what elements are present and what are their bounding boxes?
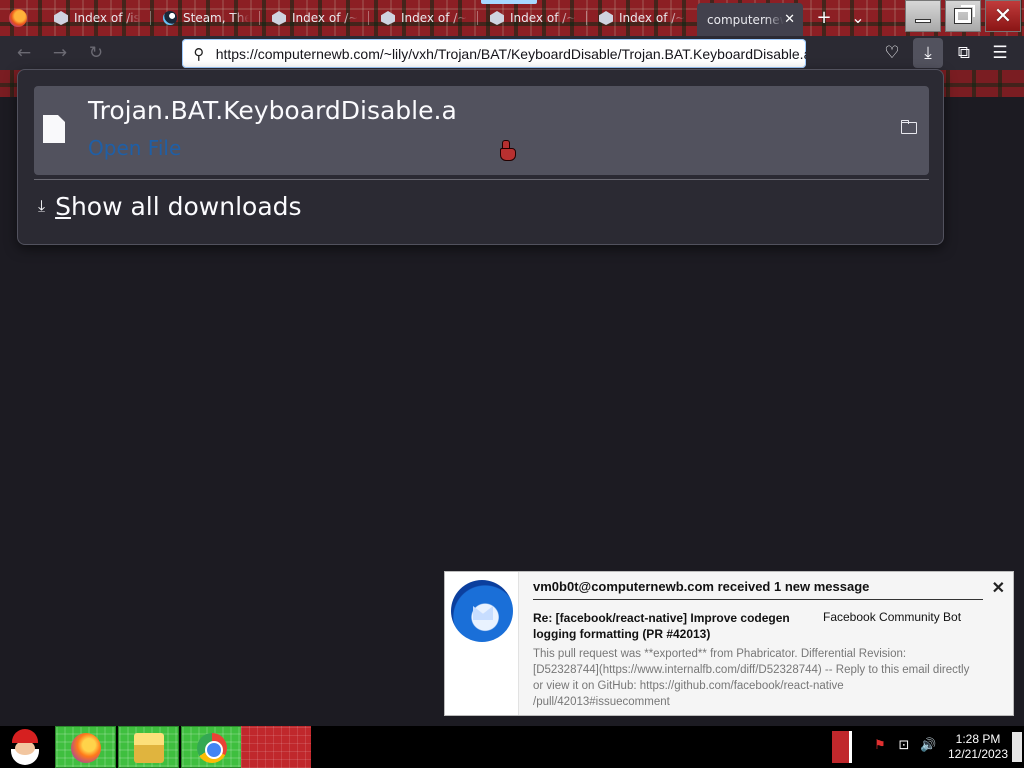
message-subject: Re: [facebook/react-native] Improve code… [533,611,790,641]
chrome-icon [197,733,227,763]
tab-separator [368,11,369,25]
tab-separator [477,11,478,25]
minimize-button[interactable] [905,0,941,32]
site-icon [272,11,286,25]
taskbar-firefox[interactable] [55,726,116,768]
tab-label: Index of /~lily [510,11,576,25]
mouse-cursor-icon [500,140,516,161]
download-file-name: Trojan.BAT.KeyboardDisable.a [88,96,457,125]
folder-icon[interactable] [901,120,917,134]
clock-date: 12/21/2023 [947,747,1009,761]
tab-separator [150,11,151,25]
close-icon: ✕ [993,3,1013,29]
new-tab-button[interactable]: + [812,6,836,30]
back-button[interactable]: ← [12,42,36,64]
santa-face [15,741,35,755]
download-item[interactable]: Trojan.BAT.KeyboardDisable.a Open File [34,86,929,175]
tab-1[interactable]: Index of /iso [44,3,148,33]
close-window-button[interactable]: ✕ [985,0,1021,32]
firefox-view-icon[interactable] [9,9,27,27]
system-clock[interactable]: 1:28 PM 12/21/2023 [944,732,1012,762]
steam-icon [163,11,177,25]
tab-label: Index of /~lily [401,11,467,25]
site-icon [490,11,504,25]
tab-2[interactable]: Steam, The Ultimate [153,3,257,33]
close-icon[interactable]: ✕ [992,578,1005,598]
tray-app-icon[interactable] [832,731,852,763]
navigation-toolbar: ← → ↻ ⚲ https://computernewb.com/~lily/v… [0,36,1024,70]
tab-active[interactable]: computernewb ✕ [697,3,803,36]
tab-label: Steam, The Ultimate [183,11,249,25]
tab-4[interactable]: Index of /~lily [371,3,475,33]
notification-title: vm0b0t@computernewb.com received 1 new m… [533,579,870,594]
downloads-panel: Trojan.BAT.KeyboardDisable.a Open File ⤓… [17,69,944,245]
tab-close-icon[interactable]: ✕ [784,12,795,27]
restore-icon [954,5,975,24]
downloads-button[interactable]: ⤓ [913,38,943,68]
taskbar: ⚑ ⊡ 🔊 1:28 PM 12/21/2023 [0,726,1024,768]
site-icon [54,11,68,25]
download-status[interactable]: Open File [88,136,181,160]
clock-time: 1:28 PM [955,732,1001,746]
restore-button[interactable] [945,0,981,32]
santa-hat [12,729,38,743]
mail-notification[interactable]: vm0b0t@computernewb.com received 1 new m… [444,571,1014,716]
show-desktop-button[interactable] [1012,732,1022,762]
pocket-button[interactable]: ♡ [877,38,907,68]
message-sender: Facebook Community Bot [823,610,962,624]
reload-button[interactable]: ↻ [84,42,108,64]
taskbar-chrome[interactable] [181,726,242,768]
minimize-icon [915,19,931,23]
forward-button[interactable]: → [48,42,72,64]
tab-label: computernewb [707,12,784,27]
firefox-icon [71,733,101,763]
app-menu-button[interactable]: ☰ [985,38,1015,68]
divider [533,599,983,600]
download-icon: ⤓ [38,196,46,215]
tab-3[interactable]: Index of /~lily [262,3,366,33]
tab-separator [586,11,587,25]
divider [34,179,929,180]
extensions-button[interactable]: ⧉ [949,38,979,68]
message-preview: This pull request was **exported** from … [533,648,970,708]
file-explorer-icon [134,733,164,763]
tab-label: Index of /~lily [619,11,685,25]
taskbar-file-explorer[interactable] [118,726,179,768]
list-all-tabs-button[interactable]: ⌄ [846,6,870,30]
tab-6[interactable]: Index of /~lily [589,3,693,33]
tab-label: Index of /iso [74,11,140,25]
show-all-downloads-button[interactable]: ⤓ Show all downloads [38,190,302,222]
volume-icon[interactable]: 🔊 [920,738,936,754]
network-icon[interactable]: ⊡ [896,738,912,754]
taskbar-app-button[interactable] [241,726,311,768]
site-icon [599,11,613,25]
tab-strip: Index of /iso Steam, The Ultimate Index … [0,0,1024,36]
show-all-downloads-label: how all downloads [70,191,302,221]
site-icon [381,11,395,25]
url-text[interactable]: https://computernewb.com/~lily/vxh/Troja… [216,46,806,62]
tab-5[interactable]: Index of /~lily [480,3,584,33]
notification-icon-area [445,572,519,715]
tab-separator [259,11,260,25]
url-bar[interactable]: ⚲ https://computernewb.com/~lily/vxh/Tro… [182,39,806,68]
action-center-warning-icon[interactable]: ⚑ [872,738,888,754]
start-button[interactable] [6,727,46,767]
access-key: S [55,191,71,221]
tab-label: Index of /~lily [292,11,358,25]
thunderbird-icon [451,580,513,642]
search-icon: ⚲ [193,44,205,63]
file-icon [43,115,65,143]
